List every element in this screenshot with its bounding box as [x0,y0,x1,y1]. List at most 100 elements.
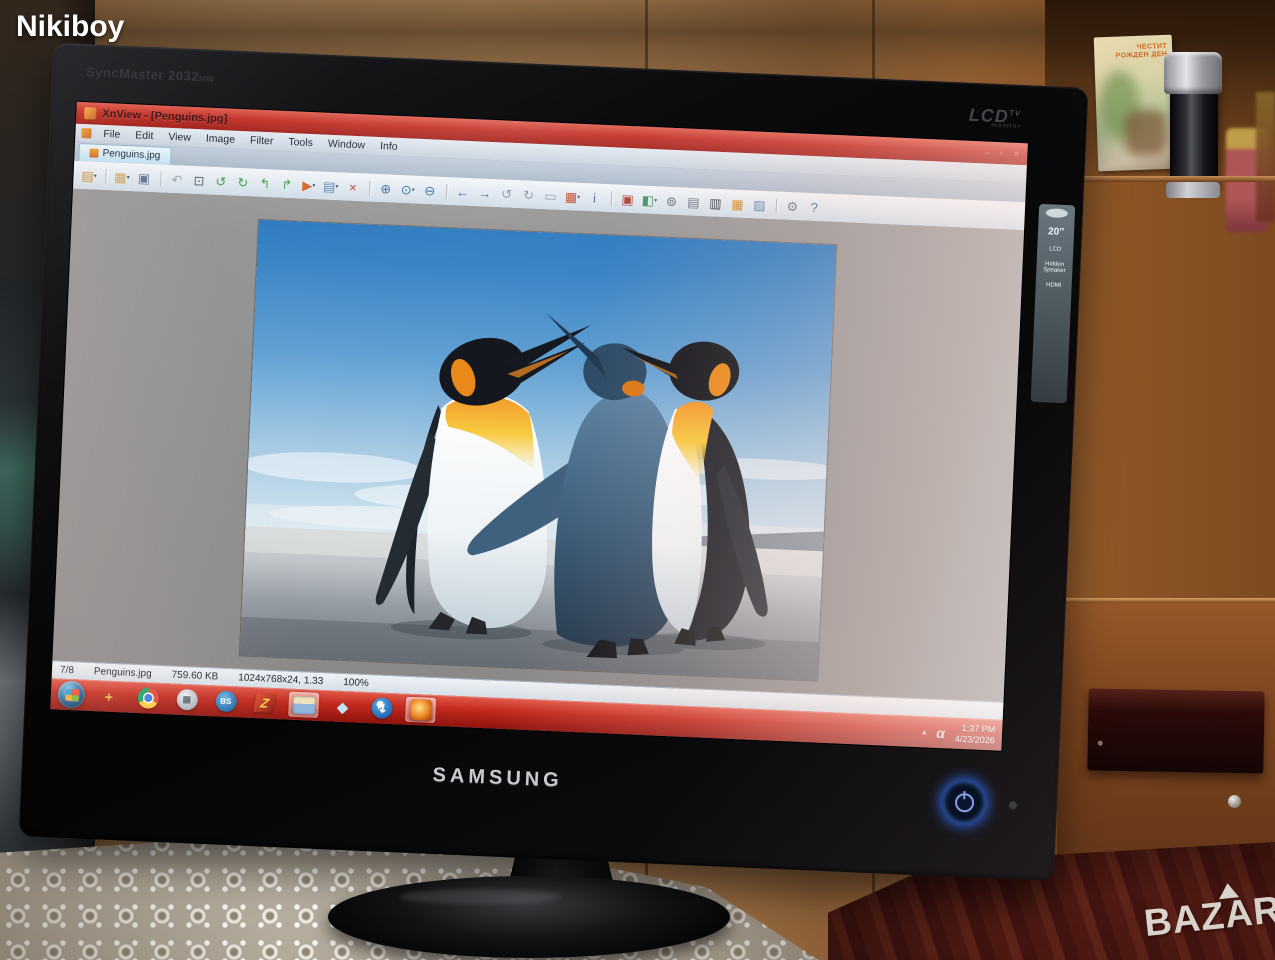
crystal-app-icon[interactable]: ◆ [327,693,358,719]
slideshow-alt-icon[interactable]: ▦ ▾ [563,186,583,207]
reload-icon[interactable]: ↻ [519,184,539,205]
find-icon[interactable]: ⊚ [662,190,682,211]
bs-app-icon[interactable]: BS [210,688,241,714]
bag-handle-icon [1218,882,1239,899]
dropdown-caret-icon: ▾ [94,172,97,179]
xnview-window-button[interactable] [405,697,436,723]
maximize-button[interactable]: ▫ [1000,148,1004,159]
power-icon [954,792,974,812]
dropdown-caret-icon: ▾ [654,197,657,204]
settings-gear-icon[interactable]: ⚙ [782,196,802,217]
slideshow-icon[interactable]: ▶ ▾ [299,175,319,196]
thermos-cap [1164,52,1222,94]
browse-icon[interactable]: ▤ ▾ [79,165,99,186]
samsung-logo: SAMSUNG [22,746,974,811]
tv-receiver-box [1087,688,1264,773]
undo-icon[interactable]: ↶ [167,169,187,190]
ir-sensor [1009,801,1017,809]
monitor-icon[interactable]: ▥ [706,192,726,213]
photo-of-monitor-scene: ЧЕСТИТ РОЖДЕН ДЕН SyncMaster 2032MW LCDT… [0,0,1275,960]
image-file-icon [89,148,98,157]
help-icon[interactable]: ? [804,197,824,218]
screen: XnView - [Penguins.jpg] – ▫ × File Edit … [50,102,1028,751]
status-index: 7/8 [60,665,74,677]
samsung-oval-logo [1046,208,1068,218]
adjust-icon[interactable]: ◧ ▾ [640,189,660,210]
status-zoom: 100% [343,677,369,689]
window-title: XnView - [Penguins.jpg] [102,108,227,125]
save-icon[interactable]: ▣ [134,167,154,188]
status-dimensions: 1024x768x24, 1.33 [238,672,323,687]
close-button[interactable]: × [1013,148,1019,159]
thermos-base [1166,182,1220,198]
greeting-card: ЧЕСТИТ РОЖДЕН ДЕН [1094,35,1177,172]
clock-date: 4/23/2026 [955,733,995,746]
window-controls: – ▫ × [984,147,1019,160]
delete-icon[interactable]: × [343,177,363,198]
monitor-stand-base [328,876,730,958]
copy-icon[interactable]: ▭ [541,185,561,206]
folder-icon[interactable]: ▦ [728,193,748,214]
card-artwork [1124,109,1168,156]
print-icon[interactable]: ▤ [684,191,704,212]
rotate-right-icon[interactable]: ↻ [233,172,253,193]
Image[interactable]: Image [199,131,243,147]
dropdown-caret-icon: ▾ [577,193,580,200]
rotate-left-icon[interactable]: ↺ [211,171,231,192]
Info[interactable]: Info [373,139,405,154]
toolbar-separator [365,177,374,197]
fullscreen-icon[interactable]: ▣ [618,189,638,210]
dropdown-caret-icon: ▾ [335,183,338,190]
dropdown-caret-icon: ▾ [312,182,315,189]
toolbar-separator [442,181,451,201]
document-icon [81,128,91,138]
Window[interactable]: Window [321,136,373,152]
card-text: ЧЕСТИТ РОЖДЕН ДЕН [1115,43,1167,61]
View[interactable]: View [161,130,198,146]
xnview-app-icon [84,107,97,120]
taskbar-clock[interactable]: 1:37 PM 4/23/2026 [955,722,996,746]
antivirus-tray-icon[interactable]: α [936,724,945,740]
capture-icon[interactable]: ▨ [750,194,770,215]
lightning-app-icon[interactable]: Z [249,690,280,716]
utility-app-icon[interactable]: + [93,683,124,709]
toolbar-separator [156,168,165,188]
toolbar-separator [607,188,616,208]
penguins-photo [240,219,836,680]
zoom-out-icon[interactable]: ⊖ [420,180,440,201]
dropdown-caret-icon: ▾ [127,174,130,181]
start-button[interactable] [57,681,85,709]
system-tray: ▴ α 1:37 PM 4/23/2026 [922,721,996,746]
open-icon[interactable]: ▦ ▾ [112,166,132,187]
chrome-icon[interactable] [132,685,163,711]
toolbar-separator [771,195,780,215]
minimize-button[interactable]: – [984,147,990,158]
zoom-in-icon[interactable]: ⊕ [376,178,396,199]
Edit[interactable]: Edit [128,128,161,143]
power-button [942,780,986,824]
cabinet-knob [1228,795,1241,808]
perfume-bottle [1256,92,1275,222]
refresh-icon[interactable]: ↺ [497,183,517,204]
lcd-tv-logo: LCDTV monitor [968,105,1021,130]
Tools[interactable]: Tools [281,135,320,151]
zoom-icon[interactable]: ⊙ ▾ [398,179,418,200]
explorer-window-button[interactable] [288,692,319,718]
display-mode-icon[interactable]: ▤ ▾ [321,176,341,197]
next-image-icon[interactable]: ↱ [277,174,297,195]
Filter[interactable]: Filter [243,133,281,149]
info-icon[interactable]: i [585,187,605,208]
dropdown-caret-icon: ▾ [412,186,415,193]
watermark-photographer: Nikiboy [16,10,124,44]
crop-icon[interactable]: ⊡ [189,170,209,191]
previous-image-icon[interactable]: ↰ [255,173,275,194]
media-player-icon[interactable]: ▦ [171,687,202,713]
feature-sticker: 20″ LCD Hidden Speaker HDMI [1031,204,1076,403]
forward-icon[interactable]: → [475,182,495,203]
monitor-model-label: SyncMaster 2032MW [86,64,215,85]
image-viewer-area [52,189,1024,703]
blue-lightning-app-icon[interactable]: ↯ [366,695,397,721]
File[interactable]: File [96,127,128,142]
tray-expand-icon[interactable]: ▴ [922,727,926,736]
back-icon[interactable]: ← [453,181,473,202]
